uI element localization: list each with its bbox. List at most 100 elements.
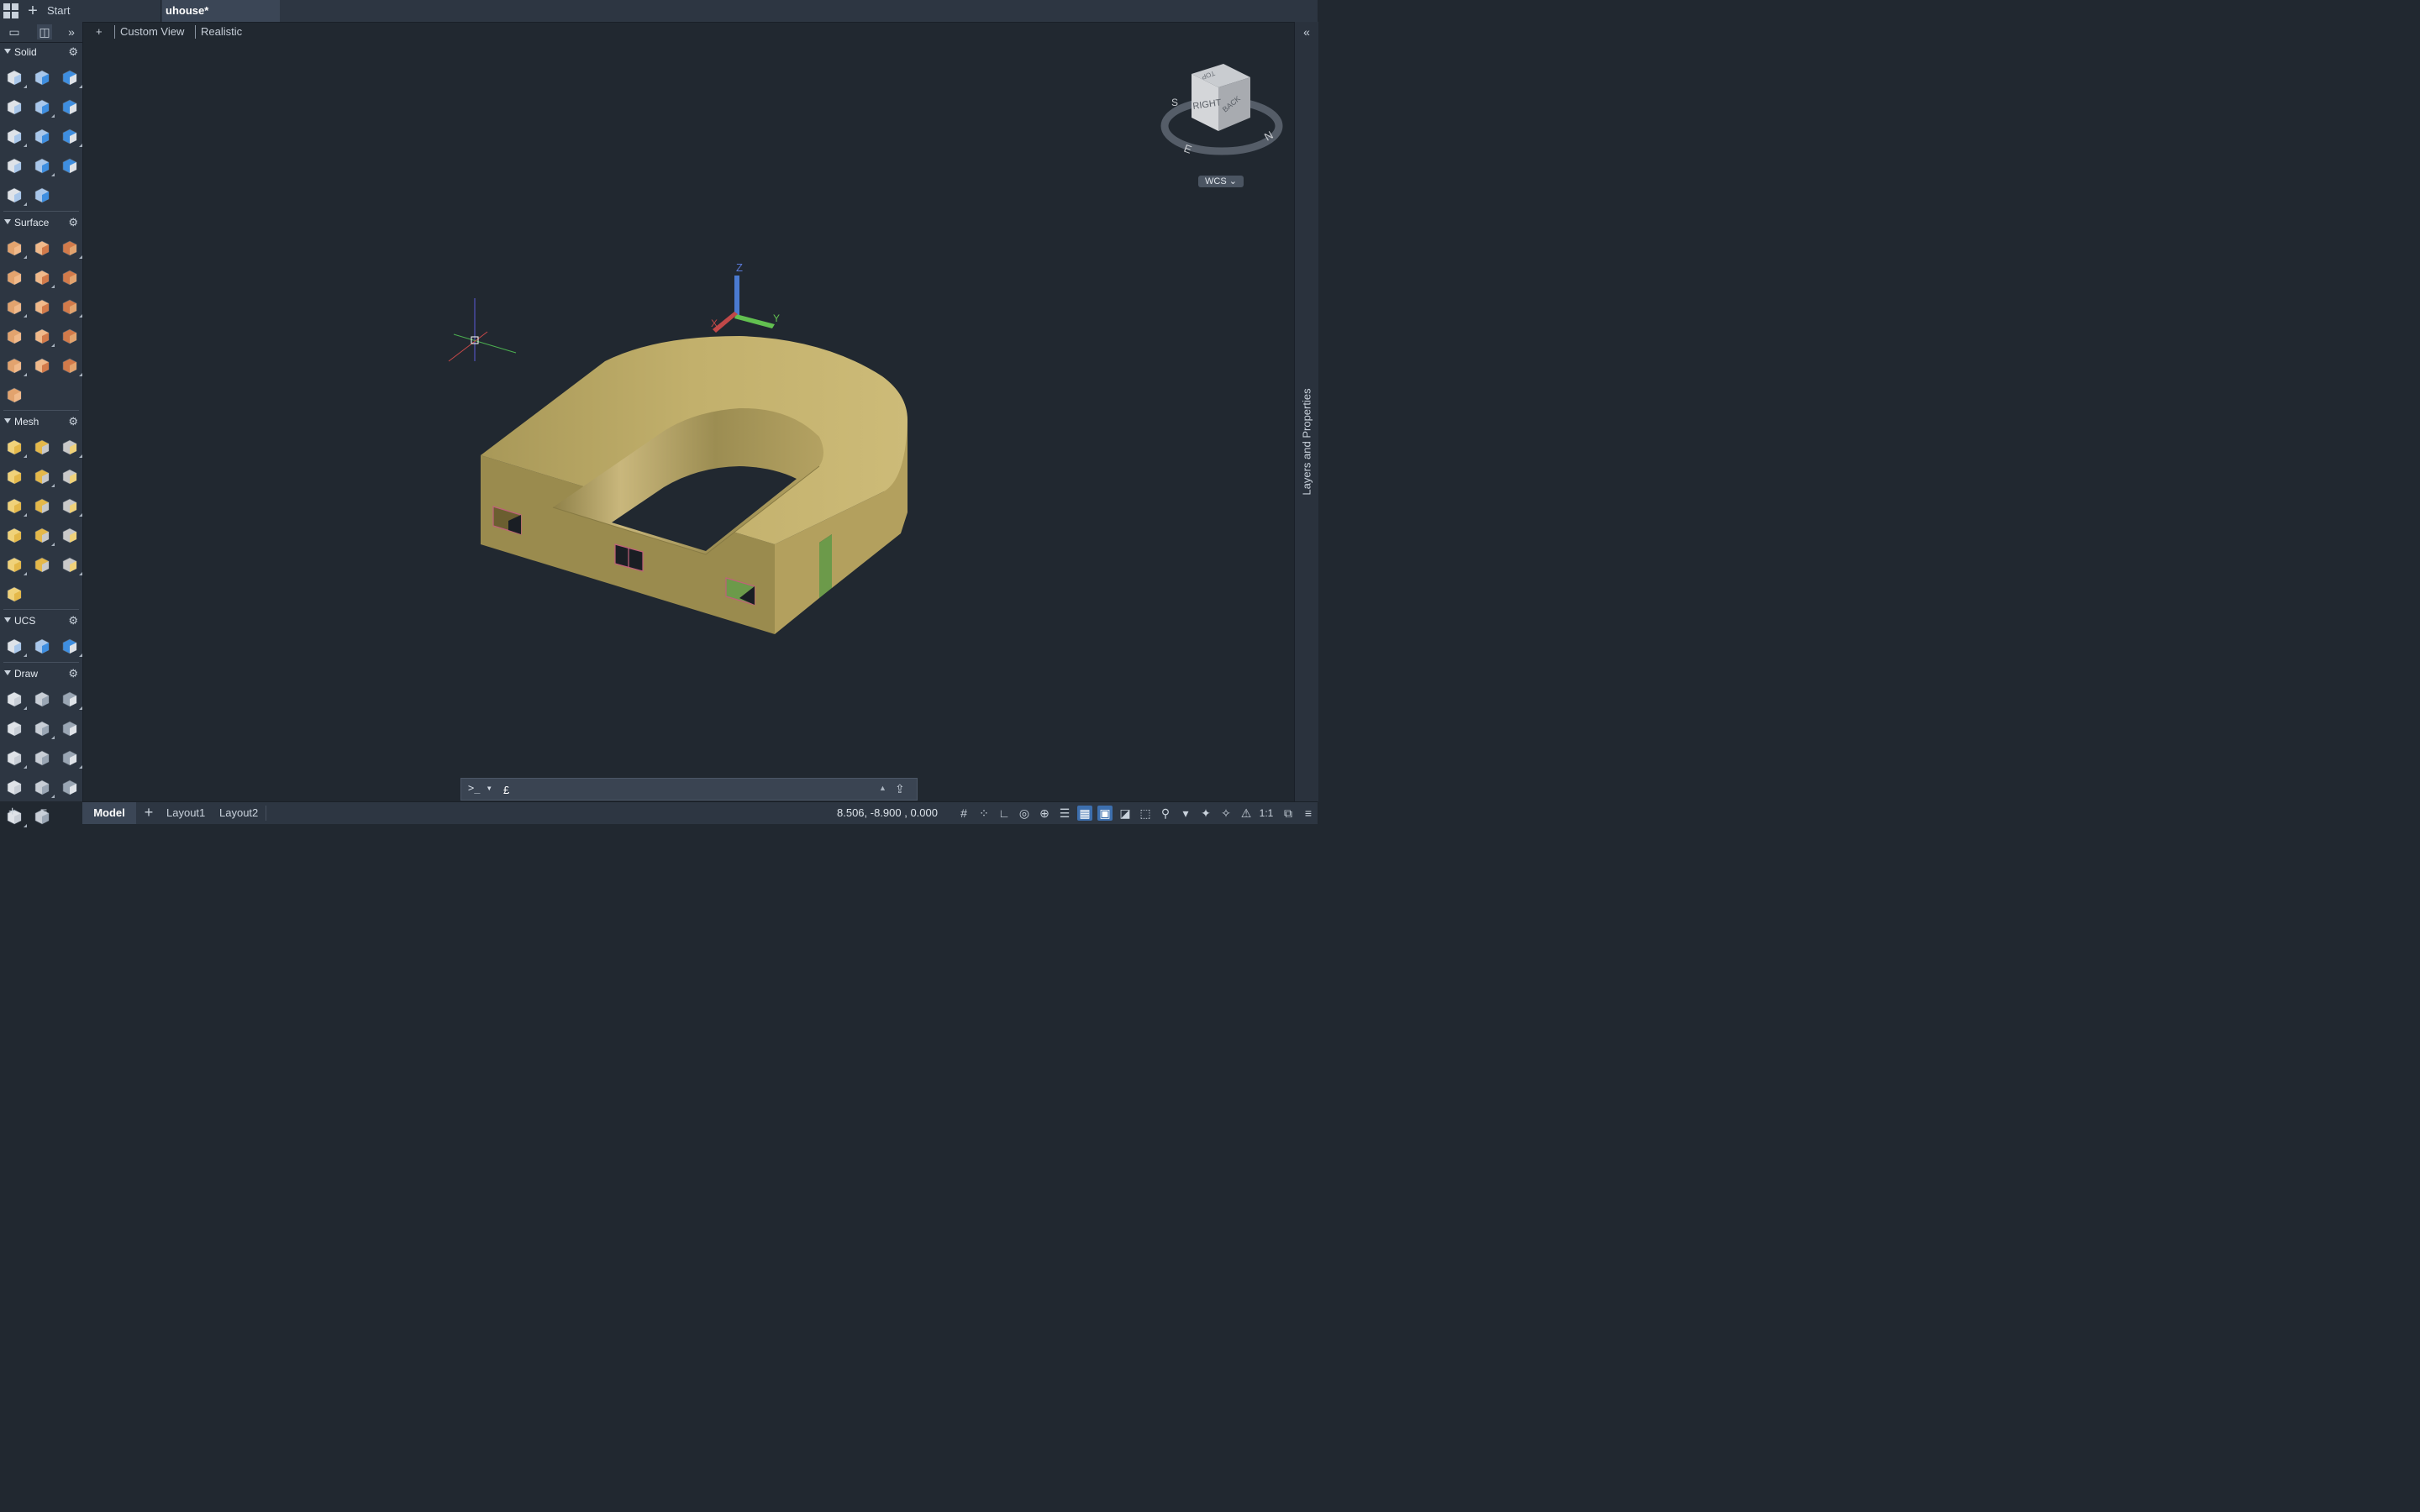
slice-icon[interactable]: [5, 156, 24, 175]
extrude-surface-icon[interactable]: [5, 268, 24, 286]
gizmo-icon[interactable]: ⬚: [1138, 806, 1153, 821]
helix-icon[interactable]: [60, 748, 82, 769]
loft-icon[interactable]: [33, 156, 55, 176]
line-arc-icon[interactable]: [5, 719, 24, 738]
section-header-surface[interactable]: Surface ⚙: [0, 214, 82, 231]
mesh-convert-icon[interactable]: [5, 585, 24, 603]
dynamic-ucs-icon[interactable]: ◪: [1118, 806, 1133, 821]
chevron-down-icon[interactable]: ▾: [1178, 806, 1193, 821]
add-layout-button[interactable]: +: [143, 802, 155, 824]
trim-icon[interactable]: [60, 327, 79, 345]
wcs-dropdown[interactable]: WCS ⌄: [1198, 176, 1244, 187]
wireframe-icon[interactable]: [33, 127, 51, 145]
tab-uhouse[interactable]: uhouse*: [162, 0, 280, 22]
section-header-ucs[interactable]: UCS ⚙: [0, 612, 82, 629]
app-menu-icon[interactable]: [3, 3, 18, 18]
polyline-icon[interactable]: [5, 690, 27, 710]
extrude-icon[interactable]: [33, 68, 51, 87]
add-palette-icon[interactable]: +: [8, 805, 16, 820]
network-icon[interactable]: [33, 239, 51, 257]
selection-cycling-icon[interactable]: ▣: [1097, 806, 1113, 821]
collapse-triangle-icon[interactable]: [4, 49, 11, 54]
section-header-solid[interactable]: Solid ⚙: [0, 44, 82, 60]
rect-round-icon[interactable]: [5, 778, 24, 796]
gear-icon[interactable]: ⚙: [68, 45, 78, 59]
mesh-close-icon[interactable]: [60, 555, 82, 575]
section-header-draw[interactable]: Draw ⚙: [0, 665, 82, 682]
sculpt-icon[interactable]: [33, 327, 55, 347]
transparency-icon[interactable]: ▦: [1077, 806, 1092, 821]
planar-icon[interactable]: [5, 239, 27, 259]
donut-icon[interactable]: [33, 778, 55, 798]
project-icon[interactable]: [5, 327, 24, 345]
annotation-scale-icon[interactable]: ⚠: [1239, 806, 1254, 821]
taper-icon[interactable]: [5, 186, 27, 206]
viewport-menu-button[interactable]: +: [96, 24, 103, 39]
annotation-visibility-icon[interactable]: ✦: [1198, 806, 1213, 821]
hatch-icon[interactable]: [60, 778, 79, 796]
shell-icon[interactable]: [5, 127, 27, 147]
ortho-icon[interactable]: ∟: [997, 806, 1012, 821]
ucs-3point-icon[interactable]: [60, 637, 82, 657]
command-line[interactable]: >_ ▾ ▲ ⇪: [460, 778, 918, 801]
section-header-mesh[interactable]: Mesh ⚙: [0, 413, 82, 430]
command-input[interactable]: [502, 781, 858, 798]
union-icon[interactable]: [60, 68, 82, 88]
annotation-monitor-icon[interactable]: ⚲: [1158, 806, 1173, 821]
loft-surface-icon[interactable]: [33, 268, 55, 288]
subtract-icon[interactable]: [60, 127, 82, 147]
tab-start[interactable]: Start: [44, 0, 161, 22]
patch-icon[interactable]: [60, 268, 79, 286]
fillet-surface-icon[interactable]: [60, 297, 82, 318]
share-icon[interactable]: ⇪: [895, 782, 905, 796]
gear-icon[interactable]: ⚙: [68, 614, 78, 627]
gear-icon[interactable]: ⚙: [68, 667, 78, 680]
tab-model[interactable]: Model: [82, 802, 136, 824]
palette-menu-icon[interactable]: ≡: [40, 805, 47, 818]
mesh-face-icon[interactable]: [5, 526, 24, 544]
sweep-icon[interactable]: [60, 97, 79, 116]
collapse-triangle-icon[interactable]: [4, 219, 11, 224]
workspace-icon[interactable]: ⧉: [1281, 806, 1296, 821]
command-history-icon[interactable]: ▲: [879, 784, 886, 792]
convert-icon[interactable]: [60, 356, 82, 376]
expand-panel-button[interactable]: «: [1295, 25, 1318, 39]
mesh-remove-icon[interactable]: [33, 496, 51, 515]
mesh-merge-icon[interactable]: [33, 555, 51, 574]
visual-style-control[interactable]: Realistic: [201, 24, 242, 39]
mesh-crease-icon[interactable]: [60, 496, 82, 517]
surface-edit-icon[interactable]: [5, 386, 24, 404]
grid-icon[interactable]: #: [956, 806, 971, 821]
extend-icon[interactable]: [5, 356, 27, 376]
polar-icon[interactable]: ◎: [1017, 806, 1032, 821]
mesh-split-icon[interactable]: [60, 526, 79, 544]
model-viewport[interactable]: Z Y X: [82, 40, 1294, 801]
ucs-world-icon[interactable]: [5, 637, 27, 657]
revolve-icon[interactable]: [33, 97, 55, 118]
command-prompt-icon[interactable]: >_ ▾: [468, 782, 492, 794]
mesh-cone-icon[interactable]: [5, 467, 24, 486]
osnap-icon[interactable]: ⊕: [1037, 806, 1052, 821]
mesh-smooth-icon[interactable]: [33, 438, 51, 456]
gear-icon[interactable]: ⚙: [68, 415, 78, 428]
autoscale-icon[interactable]: ✧: [1218, 806, 1234, 821]
intersect-icon[interactable]: [60, 156, 79, 175]
tab-layout2[interactable]: Layout2: [219, 802, 258, 824]
annotation-scale-label[interactable]: 1:1: [1255, 806, 1277, 821]
revolve-surface-icon[interactable]: [5, 297, 27, 318]
lineweight-icon[interactable]: ☰: [1057, 806, 1072, 821]
customize-icon[interactable]: ≡: [1301, 806, 1316, 821]
collapse-triangle-icon[interactable]: [4, 670, 11, 675]
layers-properties-tab[interactable]: Layers and Properties: [1301, 388, 1313, 495]
gear-icon[interactable]: ⚙: [68, 216, 78, 229]
mesh-sweep-icon[interactable]: [33, 467, 55, 487]
collapse-triangle-icon[interactable]: [4, 617, 11, 622]
mesh-sphere-icon[interactable]: [60, 467, 79, 486]
viewcube[interactable]: TOP RIGHT BACK S E N: [1160, 59, 1286, 168]
spline-icon[interactable]: [33, 719, 55, 739]
box-icon[interactable]: [5, 68, 27, 88]
tab-layout1[interactable]: Layout1: [166, 802, 205, 824]
line-icon[interactable]: [5, 748, 27, 769]
untrim-icon[interactable]: [33, 356, 51, 375]
offset-icon[interactable]: [33, 297, 51, 316]
